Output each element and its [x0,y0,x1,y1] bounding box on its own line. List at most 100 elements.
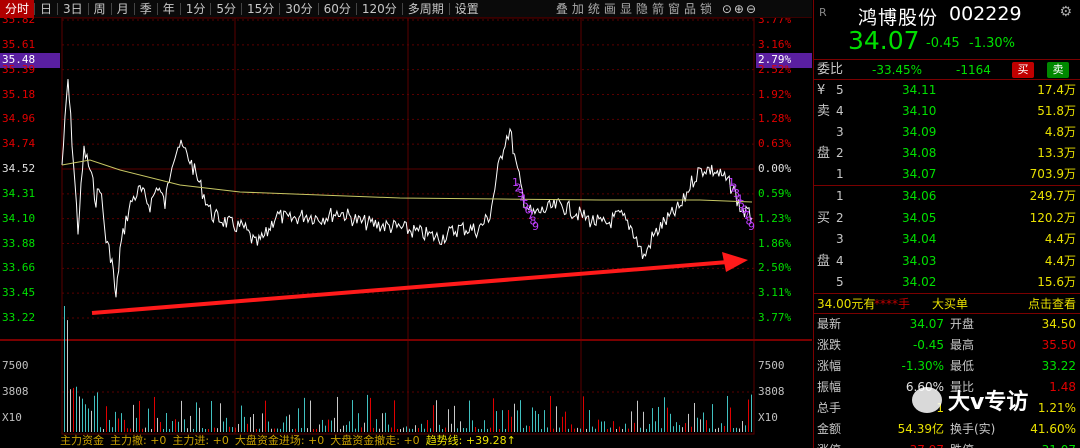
tool-icon-1[interactable]: 加 [572,0,584,18]
stat-label: 最新 [817,317,842,331]
tool-icon-3[interactable]: 画 [604,0,616,18]
bid-row[interactable]: 盘 4 34.03 4.4万 [814,251,1080,273]
bid-volume: 120.2万 [1029,210,1076,225]
tool-icon-6[interactable]: 箭 [652,0,664,18]
volume-bar [136,417,137,432]
volume-bar [178,421,179,432]
target-icon[interactable]: ⊙ [722,0,732,18]
chart-canvas[interactable]: 123456789123456789 [0,0,812,448]
buy-button[interactable]: 买 [1012,62,1034,78]
volume-bar [697,417,698,432]
ask-level: 3 [836,125,844,139]
sell-button[interactable]: 卖 [1047,62,1069,78]
volume-bar [340,428,341,432]
volume-bar [103,428,104,432]
volume-bar [610,427,611,432]
period-tab-13[interactable]: 多周期 [403,0,449,18]
stat-label: 跌停 [950,440,974,448]
volume-bar [82,398,83,432]
bid-row[interactable]: 5 34.02 15.6万 [814,272,1080,294]
period-tab-14[interactable]: 设置 [450,0,484,18]
stat-value: 34.50 [1041,317,1076,331]
period-tab-9[interactable]: 15分 [242,0,279,18]
ask-price: 34.07 [902,167,937,181]
tool-icon-0[interactable]: 叠 [556,0,568,18]
stat-row: 最新 34.07 开盘 34.50 [814,314,1080,335]
period-tab-2[interactable]: 3日 [58,0,88,18]
volume-bar [397,428,398,432]
ask-row[interactable]: 盘 2 34.08 13.3万 [814,143,1080,164]
stat-label: 涨跌 [817,338,842,352]
zoom-out-icon[interactable]: ⊖ [746,0,756,18]
bid-book: 1 34.06 249.7万买 2 34.05 120.2万 3 34.04 4.4万盘 4 34.… [814,186,1080,294]
period-tab-4[interactable]: 月 [112,0,134,18]
period-tab-12[interactable]: 120分 [357,0,402,18]
volume-bar [295,428,296,432]
tool-icon-9[interactable]: 锁 [700,0,712,18]
volume-bar [637,400,638,432]
wechat-icon [912,387,942,413]
volume-bar [109,419,110,432]
intraday-chart[interactable]: 123456789123456789 35.82 35.61 35.39 35.18 3… [0,0,812,448]
volume-bar [88,408,89,432]
volume-bar [328,419,329,432]
ask-row[interactable]: 1 34.07 703.9万 [814,164,1080,185]
volume-bar [286,416,287,432]
trend-arrow-line [91,260,729,315]
period-tab-0[interactable]: 分时 [0,0,35,18]
volume-bar [337,396,338,432]
stat-label: 振幅 [817,380,842,394]
period-tab-1[interactable]: 日 [35,0,57,18]
settings-icon[interactable]: ⚙ [1059,4,1072,20]
period-tab-10[interactable]: 30分 [280,0,317,18]
volume-bar [400,428,401,432]
volume-bar [106,406,107,432]
volume-bar [694,402,695,432]
price-tick-label: 33.22 [2,311,36,324]
volume-bar [301,427,302,432]
period-tab-5[interactable]: 季 [135,0,157,18]
tool-icon-8[interactable]: 品 [684,0,696,18]
tool-icon-7[interactable]: 窗 [668,0,680,18]
ask-row[interactable]: ¥5 34.11 17.4万 [814,80,1080,101]
stat-value: 1.21% [1037,401,1076,415]
ask-volume: 13.3万 [1037,146,1076,160]
crosshair-price-label: 35.48 [2,53,36,66]
ask-row[interactable]: 3 34.09 4.8万 [814,122,1080,143]
period-tab-3[interactable]: 周 [89,0,111,18]
volume-bar [427,419,428,432]
volume-bar [160,422,161,432]
volume-bar [589,410,590,432]
ask-book: ¥5 34.11 17.4万卖 4 34.10 51.8万 3 34.09 4.8万盘 2 34.0… [814,80,1080,186]
volume-bar [499,428,500,432]
stat-value: 31.07 [1042,440,1076,448]
big-order-view-link[interactable]: 点击查看 [1028,294,1076,314]
volume-bar [661,428,662,432]
pct-tick-label: 1.23% [758,211,792,225]
stat-label: 最高 [950,338,975,352]
period-tab-7[interactable]: 1分 [181,0,211,18]
zoom-in-icon[interactable]: ⊕ [734,0,744,18]
tool-icon-2[interactable]: 统 [588,0,600,18]
volume-bar [640,427,641,432]
ask-row[interactable]: 卖 4 34.10 51.8万 [814,101,1080,122]
volume-bar [460,421,461,432]
period-tab-11[interactable]: 60分 [319,0,356,18]
volume-bar [475,427,476,432]
period-tab-6[interactable]: 年 [158,0,180,18]
pct-tick-label: 1.92% [758,87,792,101]
volume-bar [145,427,146,432]
volume-bar [541,428,542,432]
tool-icon-4[interactable]: 显 [620,0,632,18]
bid-row[interactable]: 买 2 34.05 120.2万 [814,208,1080,230]
tool-icon-5[interactable]: 隐 [636,0,648,18]
watermark-text: 大v专访 [948,390,1029,415]
period-tab-8[interactable]: 5分 [211,0,241,18]
volume-bar [550,395,551,432]
volume-bar [112,427,113,432]
stat-row: 金额 54.39亿 换手(实) 41.60% [814,419,1080,440]
bid-row[interactable]: 1 34.06 249.7万 [814,186,1080,208]
volume-bar [730,407,731,432]
bid-row[interactable]: 3 34.04 4.4万 [814,229,1080,251]
funds-item-0: 主力资金 [60,434,104,447]
